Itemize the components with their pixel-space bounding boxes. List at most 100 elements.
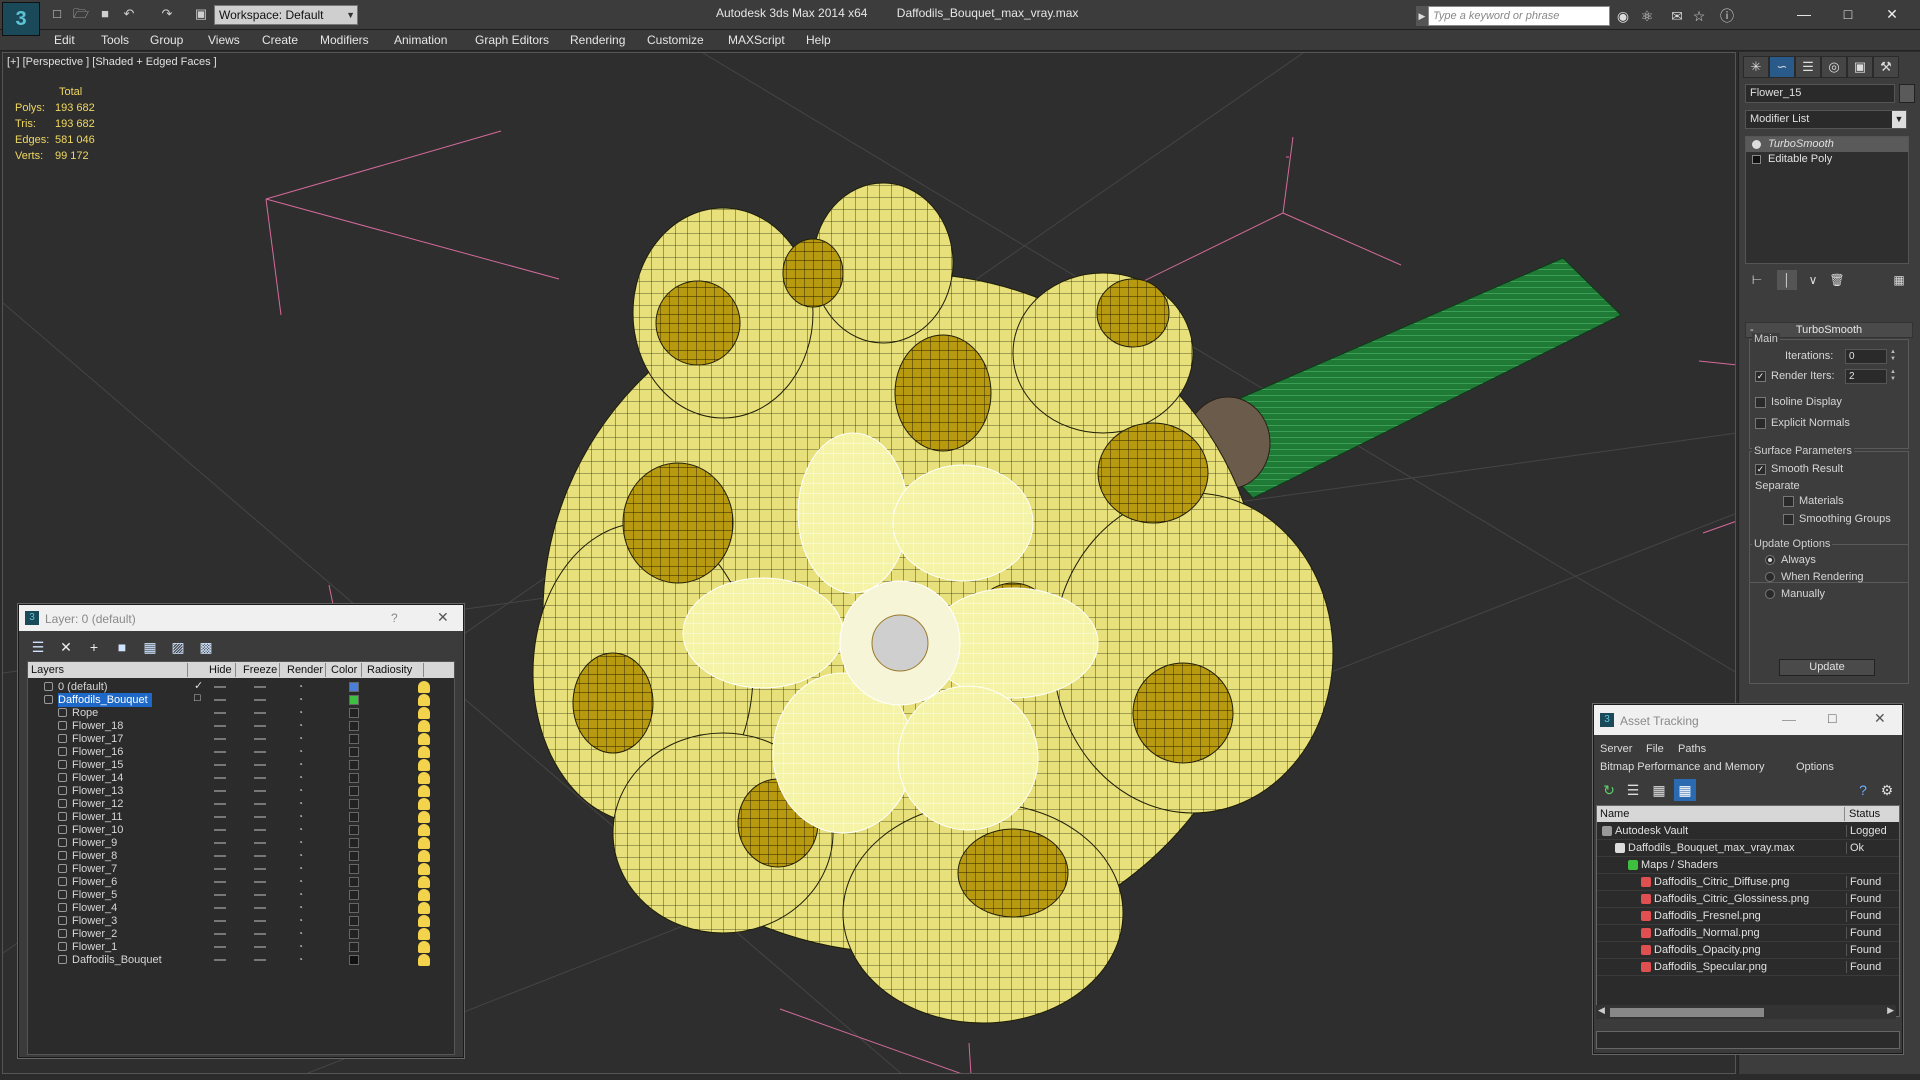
asset-row[interactable]: Maps / Shaders — [1597, 857, 1899, 874]
hide-toggle[interactable] — [214, 920, 226, 922]
binoculars-icon[interactable]: ◉ — [1614, 7, 1632, 25]
render-teapot-icon[interactable]: ◔ — [298, 942, 308, 951]
layer-color-swatch[interactable] — [349, 955, 359, 965]
hide-toggle[interactable] — [214, 829, 226, 831]
menu-group[interactable]: Group — [150, 33, 183, 47]
freeze-toggle[interactable] — [254, 920, 266, 922]
when-rendering-radio[interactable] — [1765, 572, 1775, 582]
layer-color-swatch[interactable] — [349, 799, 359, 809]
save-file-icon[interactable]: ■ — [96, 6, 114, 23]
project-folder-icon[interactable]: ▣ — [192, 6, 210, 23]
undo-icon[interactable]: ↶ — [120, 6, 138, 23]
hide-toggle[interactable] — [214, 907, 226, 909]
col-radiosity[interactable]: Radiosity — [364, 663, 424, 677]
freeze-toggle[interactable] — [254, 725, 266, 727]
asset-row[interactable]: Daffodils_Opacity.png Found — [1597, 942, 1899, 959]
layer-color-swatch[interactable] — [349, 825, 359, 835]
layer-color-swatch[interactable] — [349, 773, 359, 783]
hide-toggle[interactable] — [214, 803, 226, 805]
stack-item-editable-poly[interactable]: Editable Poly — [1746, 152, 1908, 167]
menu-create[interactable]: Create — [262, 33, 298, 47]
hide-toggle[interactable] — [214, 764, 226, 766]
render-teapot-icon[interactable]: ◔ — [298, 916, 308, 925]
asset-row[interactable]: Daffodils_Bouquet_max_vray.max Ok — [1597, 840, 1899, 857]
render-teapot-icon[interactable]: ◔ — [298, 877, 308, 886]
scroll-right-icon[interactable]: ▶ — [1887, 1005, 1894, 1016]
menu-paths[interactable]: Paths — [1678, 743, 1706, 755]
asset-row[interactable]: Daffodils_Citric_Diffuse.png Found — [1597, 874, 1899, 891]
asset-row[interactable]: Daffodils_Normal.png Found — [1597, 925, 1899, 942]
open-file-icon[interactable]: 🗁 — [72, 6, 90, 23]
freeze-toggle[interactable] — [254, 816, 266, 818]
freeze-all-icon[interactable]: ▩ — [195, 636, 217, 658]
radiosity-icon[interactable] — [418, 954, 430, 966]
render-teapot-icon[interactable]: ◔ — [298, 721, 308, 730]
hide-toggle[interactable] — [214, 842, 226, 844]
workspace-dropdown[interactable]: Workspace: Default ▼ — [214, 5, 358, 25]
menu-help[interactable]: Help — [806, 33, 831, 47]
minimize-icon[interactable]: — — [1782, 711, 1796, 727]
freeze-toggle[interactable] — [254, 933, 266, 935]
freeze-toggle[interactable] — [254, 803, 266, 805]
app-menu-button[interactable]: 3 — [2, 2, 40, 36]
highlight-selected-icon[interactable]: ▦ — [139, 636, 161, 658]
grid-view-icon[interactable]: ▦ — [1674, 779, 1696, 801]
menu-edit[interactable]: Edit — [54, 33, 75, 47]
menu-tools[interactable]: Tools — [101, 33, 129, 47]
render-teapot-icon[interactable]: ◔ — [298, 695, 308, 704]
minimize-button[interactable]: — — [1784, 3, 1824, 25]
asset-row[interactable]: Daffodils_Specular.png Found — [1597, 959, 1899, 976]
explicit-normals-checkbox[interactable] — [1755, 418, 1766, 429]
pin-stack-icon[interactable]: ⊢ — [1747, 270, 1767, 290]
render-iters-spinner[interactable]: 2 — [1845, 369, 1887, 384]
hierarchy-tab-icon[interactable]: ☰ — [1795, 56, 1821, 78]
freeze-toggle[interactable] — [254, 855, 266, 857]
layer-color-swatch[interactable] — [349, 734, 359, 744]
refresh-icon[interactable]: ↻ — [1598, 779, 1620, 801]
hide-toggle[interactable] — [214, 751, 226, 753]
render-teapot-icon[interactable]: ◔ — [298, 825, 308, 834]
modify-tab-icon[interactable]: ∽ — [1769, 56, 1795, 78]
motion-tab-icon[interactable]: ◎ — [1821, 56, 1847, 78]
create-tab-icon[interactable]: ✳ — [1743, 56, 1769, 78]
layer-color-swatch[interactable] — [349, 929, 359, 939]
asset-row[interactable]: Autodesk Vault Logged — [1597, 823, 1899, 840]
hide-toggle[interactable] — [214, 790, 226, 792]
scroll-thumb[interactable] — [1610, 1008, 1764, 1017]
col-hide[interactable]: Hide — [206, 663, 236, 677]
hide-all-icon[interactable]: ▨ — [167, 636, 189, 658]
freeze-toggle[interactable] — [254, 686, 266, 688]
freeze-toggle[interactable] — [254, 894, 266, 896]
maximize-button[interactable]: □ — [1828, 3, 1868, 25]
render-teapot-icon[interactable]: ◔ — [298, 838, 308, 847]
update-button[interactable]: Update — [1779, 659, 1875, 676]
render-teapot-icon[interactable]: ◔ — [298, 903, 308, 912]
spinner-arrows-icon[interactable]: ▲ ▼ — [1889, 369, 1897, 384]
layer-dialog-titlebar[interactable]: 3 Layer: 0 (default) ? ✕ — [19, 605, 463, 631]
freeze-toggle[interactable] — [254, 842, 266, 844]
layer-color-swatch[interactable] — [349, 786, 359, 796]
display-tab-icon[interactable]: ▣ — [1847, 56, 1873, 78]
help-icon[interactable]: ? — [1852, 779, 1874, 801]
close-button[interactable]: ✕ — [1872, 3, 1912, 25]
hide-toggle[interactable] — [214, 946, 226, 948]
menu-rendering[interactable]: Rendering — [570, 33, 625, 47]
freeze-toggle[interactable] — [254, 829, 266, 831]
render-teapot-icon[interactable]: ◔ — [298, 955, 308, 964]
show-end-result-icon[interactable]: │ — [1777, 270, 1797, 290]
freeze-toggle[interactable] — [254, 790, 266, 792]
set-active-checkbox-icon[interactable]: □ — [194, 692, 201, 704]
layer-color-swatch[interactable] — [349, 916, 359, 926]
table-view-icon[interactable]: ▦ — [1648, 779, 1670, 801]
menu-views[interactable]: Views — [208, 33, 240, 47]
asset-row[interactable]: Daffodils_Citric_Glossiness.png Found — [1597, 891, 1899, 908]
search-input[interactable]: Type a keyword or phrase — [1428, 6, 1610, 26]
add-selection-icon[interactable]: + — [83, 636, 105, 658]
hide-toggle[interactable] — [214, 712, 226, 714]
render-teapot-icon[interactable]: ◔ — [298, 812, 308, 821]
layer-color-swatch[interactable] — [349, 812, 359, 822]
manually-radio[interactable] — [1765, 589, 1775, 599]
subscription-icon[interactable]: ⚛ — [1638, 7, 1656, 25]
render-teapot-icon[interactable]: ◔ — [298, 890, 308, 899]
col-name[interactable]: Name — [1597, 807, 1845, 821]
